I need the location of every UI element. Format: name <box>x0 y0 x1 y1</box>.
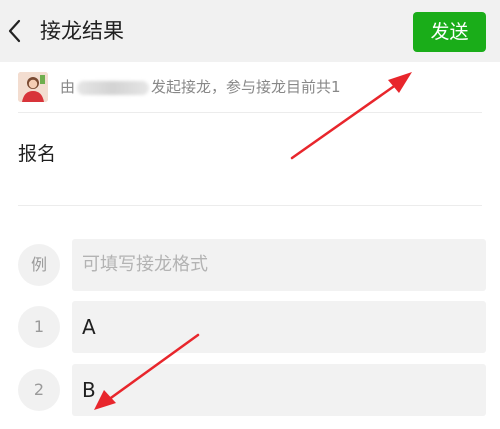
initiator-suffix: 发起接龙，参与接龙目前共1 <box>151 78 341 96</box>
blurred-username <box>77 80 150 95</box>
page-title: 接龙结果 <box>40 19 124 43</box>
top-bar: 接龙结果 发送 <box>0 0 500 62</box>
back-arrow-icon[interactable] <box>6 18 24 44</box>
example-format-input[interactable]: 可填写接龙格式 <box>72 239 486 291</box>
example-marker: 例 <box>18 244 60 286</box>
divider <box>18 112 482 113</box>
solitaire-title[interactable]: 报名 <box>18 140 56 168</box>
entry-input[interactable]: B <box>72 364 486 416</box>
entry-number: 1 <box>18 306 60 348</box>
entry-text: A <box>82 315 96 339</box>
initiator-text: 由 发起接龙，参与接龙目前共1 <box>60 74 341 100</box>
entry-input[interactable]: A <box>72 301 486 353</box>
solitaire-result-page: 接龙结果 发送 由发起接龙，参与接龙目前共1 报名 例 可填写接龙格式 1 A … <box>0 0 500 429</box>
avatar-image <box>18 72 48 102</box>
entry-number: 2 <box>18 369 60 411</box>
send-button[interactable]: 发送 <box>413 12 486 52</box>
divider <box>18 205 482 206</box>
example-placeholder: 可填写接龙格式 <box>82 254 208 275</box>
initiator-info: 由 发起接龙，参与接龙目前共1 <box>0 62 500 112</box>
entry-text: B <box>82 378 96 402</box>
initiator-prefix: 由 <box>60 78 76 96</box>
avatar <box>18 72 48 102</box>
